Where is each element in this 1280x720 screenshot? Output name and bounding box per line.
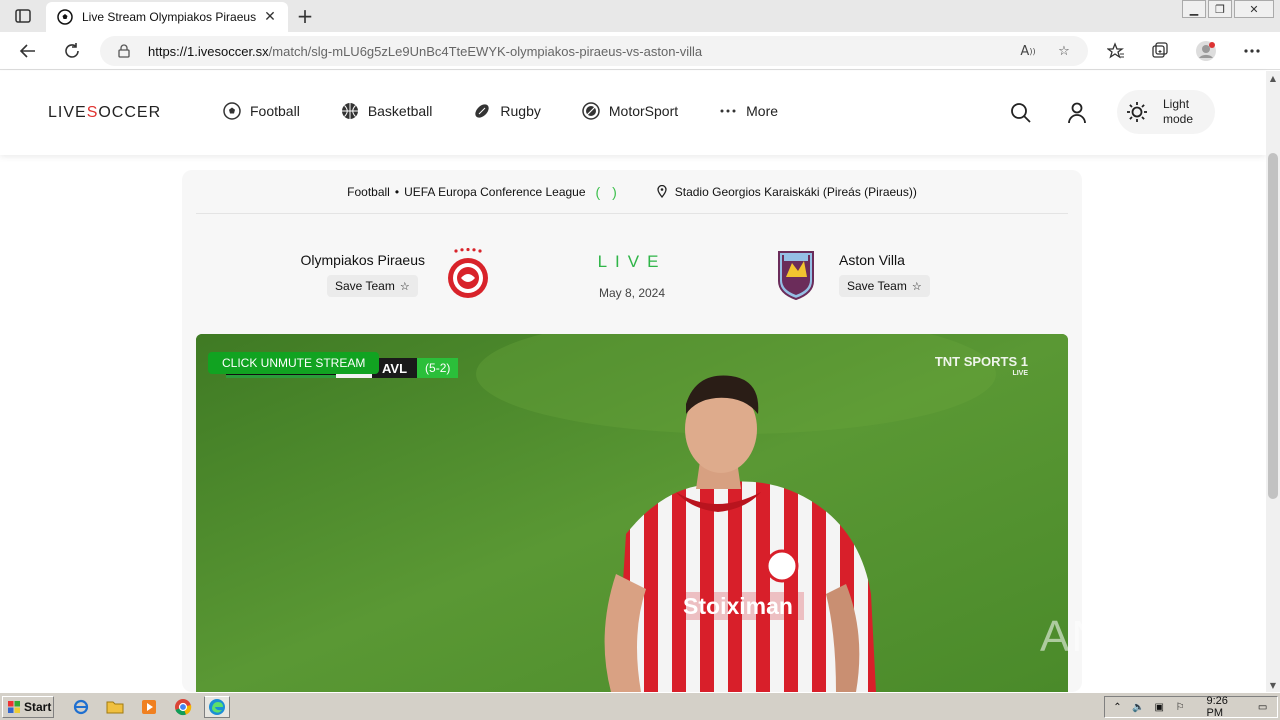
browser-tab-active[interactable]: Live Stream Olympiakos Piraeus vs Aston …	[46, 2, 288, 32]
back-arrow-icon[interactable]	[16, 39, 40, 63]
windows-flag-icon	[8, 700, 20, 713]
action-center-flag-icon[interactable]: ⚐	[1174, 700, 1187, 714]
browser-toolbar: https://1.ivesoccer.sx/match/slg-mLU6g5z…	[0, 32, 1280, 70]
read-aloud-icon[interactable]: A))	[1018, 41, 1038, 61]
taskbar-clock[interactable]: 9:26 PM	[1207, 695, 1245, 719]
restore-icon[interactable]: ❐	[1208, 0, 1232, 18]
search-icon[interactable]	[1009, 101, 1033, 125]
sun-icon	[1125, 100, 1149, 124]
light-mode-toggle[interactable]: Light mode	[1117, 90, 1215, 134]
address-bar[interactable]: https://1.ivesoccer.sx/match/slg-mLU6g5z…	[100, 36, 1088, 66]
more-menu-icon[interactable]	[1240, 39, 1264, 63]
star-icon: ☆	[911, 280, 922, 293]
competition-parens: ( )	[595, 183, 621, 200]
start-button[interactable]: Start	[2, 695, 54, 718]
chrome-icon[interactable]	[170, 696, 196, 718]
tab-title: Live Stream Olympiakos Piraeus vs Aston …	[82, 10, 256, 24]
main-nav: Football Basketball Rugby MotorSport Mor…	[222, 101, 818, 121]
motorsport-wheel-icon	[581, 101, 601, 121]
collections-icon[interactable]	[1148, 39, 1172, 63]
sponsor-text: Stoiximan	[683, 593, 793, 619]
new-tab-button[interactable]: +	[294, 4, 316, 28]
show-desktop-icon[interactable]: ▭	[1256, 700, 1269, 714]
soccer-ball-icon	[56, 8, 74, 26]
ie-icon[interactable]	[68, 696, 94, 718]
aston-villa-crest-icon	[773, 248, 819, 302]
nav-item-basketball[interactable]: Basketball	[340, 101, 433, 121]
nav-label: Rugby	[500, 103, 541, 119]
nav-item-more[interactable]: More	[718, 101, 778, 121]
media-player-icon[interactable]	[136, 696, 162, 718]
broadcaster-live-tag: LIVE	[1012, 370, 1028, 377]
scroll-thumb[interactable]	[1268, 153, 1278, 499]
match-date: May 8, 2024	[598, 286, 666, 300]
nav-label: More	[746, 103, 779, 119]
sport-label[interactable]: Football	[347, 185, 390, 199]
competition-label[interactable]: UEFA Europa Conference League	[404, 185, 585, 199]
ellipsis-icon	[718, 101, 738, 121]
save-team-label: Save Team	[847, 279, 907, 293]
browser-tab-strip: Live Stream Olympiakos Piraeus vs Aston …	[0, 0, 1280, 32]
nav-item-rugby[interactable]: Rugby	[472, 101, 541, 121]
venue-label: Stadio Georgios Karaiskáki (Pireás (Pira…	[674, 184, 917, 199]
network-icon[interactable]: ▣	[1153, 700, 1166, 714]
system-tray: ⌃ 🔈 ▣ ⚐ 9:26 PM ▭	[1104, 695, 1278, 719]
scorebug-aggregate: (5-2)	[417, 358, 459, 378]
profile-avatar-icon[interactable]	[1194, 39, 1218, 63]
away-team-name[interactable]: Aston Villa	[839, 252, 905, 268]
venue: Stadio Georgios Karaiskáki (Pireás (Pira…	[655, 185, 917, 199]
favorites-icon[interactable]	[1104, 39, 1128, 63]
tab-close-icon[interactable]: ✕	[262, 9, 278, 25]
window-controls: ▁ ❐ ✕	[1180, 0, 1274, 18]
match-card: Football • UEFA Europa Conference League…	[182, 170, 1082, 692]
user-icon[interactable]	[1065, 101, 1089, 125]
anyrun-watermark: ANY RUN	[1040, 612, 1252, 661]
nav-label: Football	[250, 103, 300, 119]
url-text: https://1.ivesoccer.sx/match/slg-mLU6g5z…	[148, 43, 703, 59]
nav-label: Basketball	[367, 103, 433, 119]
unmute-stream-button[interactable]: CLICK UNMUTE STREAM	[208, 352, 380, 374]
rugby-ball-icon	[472, 101, 492, 121]
video-player[interactable]: Stoiximan 0 AVL (5-2) CLICK UNMUTE STREA…	[196, 334, 1068, 692]
start-label: Start	[24, 699, 52, 714]
broadcaster-logo: TNT SPORTS 1 LIVE	[935, 354, 1028, 377]
save-away-team-button[interactable]: Save Team ☆	[839, 275, 930, 297]
nav-label: MotorSport	[608, 103, 679, 119]
edge-icon[interactable]	[204, 695, 230, 718]
folder-icon[interactable]	[102, 696, 128, 718]
light-mode-label: Light mode	[1163, 97, 1194, 126]
meta-separator: •	[394, 184, 400, 199]
os-taskbar: Start ⌃ 🔈 ▣ ⚐ 9:26 PM ▭	[0, 692, 1280, 720]
add-favorite-icon[interactable]: ☆	[1054, 41, 1074, 61]
tab-actions-icon[interactable]	[12, 6, 34, 26]
match-meta: Football • UEFA Europa Conference League…	[196, 170, 1068, 214]
volume-icon[interactable]: 🔈	[1132, 700, 1145, 714]
window-close-icon[interactable]: ✕	[1234, 0, 1274, 18]
site-logo[interactable]: LIVESOCCER	[48, 104, 161, 122]
reload-icon[interactable]	[60, 39, 84, 63]
site-header: LIVESOCCER Football Basketball Rugby Mot…	[0, 71, 1266, 155]
soccer-ball-icon	[222, 101, 242, 121]
lock-icon[interactable]	[116, 43, 132, 59]
nav-item-football[interactable]: Football	[222, 101, 300, 121]
stream-frame-image: Stoiximan	[196, 334, 1068, 692]
match-status-live: LIVE	[597, 252, 667, 271]
nav-item-motorsport[interactable]: MotorSport	[581, 101, 678, 121]
tray-expand-icon[interactable]: ⌃	[1111, 700, 1124, 714]
minimize-icon[interactable]: ▁	[1182, 0, 1206, 18]
basketball-icon	[340, 101, 360, 121]
location-pin-icon	[655, 185, 669, 199]
broadcaster-name: TNT SPORTS 1	[934, 354, 1028, 369]
scroll-up-arrow-icon[interactable]: ▲	[1266, 71, 1280, 85]
page-scrollbar[interactable]: ▲ ▼	[1266, 71, 1280, 692]
scroll-down-arrow-icon[interactable]: ▼	[1266, 678, 1280, 692]
